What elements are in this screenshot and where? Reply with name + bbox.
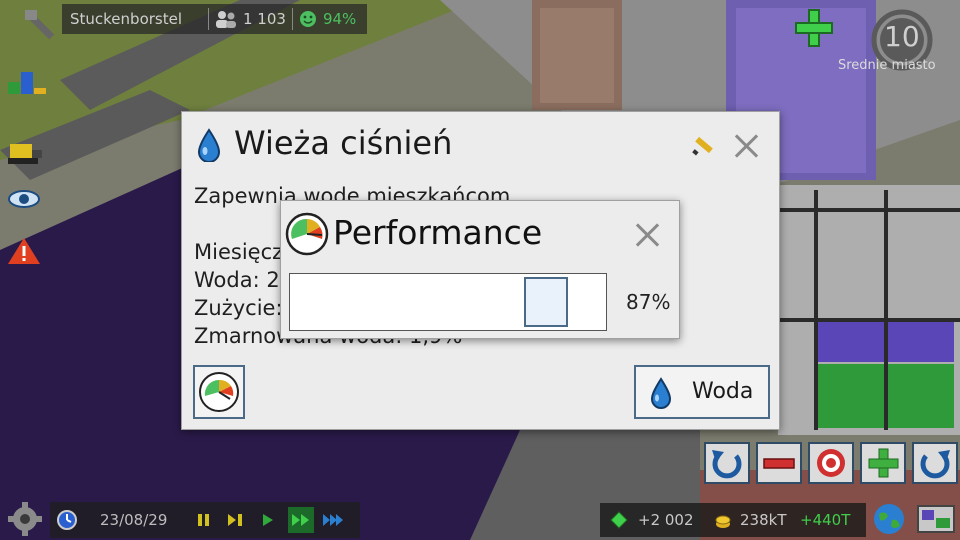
water-button-label: Woda bbox=[692, 379, 754, 404]
fast-forward-icon bbox=[292, 514, 309, 526]
people-icon bbox=[216, 11, 236, 28]
monthly-label: Miesięcz bbox=[194, 240, 284, 264]
divider bbox=[208, 8, 209, 30]
income-change: +440T bbox=[800, 511, 851, 529]
divider bbox=[291, 8, 293, 30]
fast-forward-button[interactable] bbox=[288, 507, 314, 533]
water-value: Woda: 2 bbox=[194, 268, 280, 292]
city-level: 10 bbox=[884, 20, 920, 53]
play-icon[interactable] bbox=[260, 512, 276, 528]
gear-icon[interactable] bbox=[6, 500, 44, 538]
pause-icon[interactable] bbox=[196, 512, 212, 528]
minus-icon bbox=[763, 458, 795, 469]
bulldozer-icon[interactable] bbox=[6, 138, 46, 166]
zones-icon[interactable] bbox=[6, 66, 50, 96]
close-icon[interactable] bbox=[732, 132, 760, 160]
performance-dialog: Performance 87% bbox=[280, 200, 680, 339]
water-button[interactable]: Woda bbox=[634, 365, 770, 419]
city-info-bar[interactable]: Stuckenborstel 1 103 94% bbox=[62, 4, 367, 34]
water-drop-icon bbox=[197, 128, 221, 162]
close-icon[interactable] bbox=[633, 221, 661, 249]
plus-icon bbox=[868, 448, 899, 478]
gauge-icon bbox=[199, 372, 239, 412]
dialog-title: Wieża ciśnień bbox=[234, 124, 453, 162]
water-drop-icon bbox=[650, 377, 672, 409]
city-level-badge[interactable]: 10 Średnie miasto bbox=[838, 6, 954, 78]
gauge-icon bbox=[285, 212, 329, 256]
rotate-left-icon bbox=[712, 450, 742, 479]
rotate-right-icon bbox=[920, 450, 950, 479]
center-button[interactable] bbox=[808, 442, 854, 484]
game-date: 23/08/29 bbox=[100, 511, 168, 529]
coins-icon bbox=[715, 515, 731, 528]
eye-icon[interactable] bbox=[6, 188, 42, 210]
rotate-right-button[interactable] bbox=[912, 442, 958, 484]
population-value: 1 103 bbox=[243, 10, 286, 28]
clock-icon[interactable] bbox=[56, 509, 78, 531]
warning-icon[interactable] bbox=[6, 236, 42, 266]
performance-slider[interactable] bbox=[289, 273, 607, 331]
city-name: Stuckenborstel bbox=[70, 10, 183, 28]
time-control-bar: 23/08/29 bbox=[50, 502, 360, 538]
dialog-title: Performance bbox=[333, 213, 543, 252]
smiley-icon bbox=[299, 11, 316, 27]
performance-value: 87% bbox=[626, 290, 671, 314]
city-level-caption: Średnie miasto bbox=[838, 58, 936, 73]
diamond-icon bbox=[610, 511, 628, 529]
play-slow-icon[interactable] bbox=[226, 512, 246, 528]
diamond-balance: +2 002 bbox=[638, 511, 694, 529]
performance-button[interactable] bbox=[193, 365, 245, 419]
zoom-out-button[interactable] bbox=[756, 442, 802, 484]
game-map[interactable]: Stuckenborstel 1 103 94% 10 Średnie mias… bbox=[0, 0, 960, 540]
finance-bar[interactable]: +2 002 238kT +440T bbox=[600, 503, 866, 537]
commercial-zone bbox=[816, 364, 884, 428]
fastest-forward-icon[interactable] bbox=[322, 512, 344, 528]
globe-icon[interactable] bbox=[870, 500, 908, 538]
rotate-left-button[interactable] bbox=[704, 442, 750, 484]
happiness-indicator: 94% bbox=[299, 10, 356, 28]
happiness-value: 94% bbox=[322, 10, 357, 28]
target-icon bbox=[817, 449, 845, 477]
residential-zone bbox=[816, 322, 884, 362]
zoom-in-button[interactable] bbox=[860, 442, 906, 484]
population-indicator: 1 103 bbox=[215, 10, 286, 28]
hammer-icon[interactable] bbox=[22, 8, 58, 44]
pencil-icon[interactable] bbox=[692, 134, 714, 156]
plus-icon[interactable] bbox=[794, 8, 834, 48]
slider-handle[interactable] bbox=[524, 277, 568, 327]
map-icon[interactable] bbox=[916, 502, 956, 536]
usage-value: Zużycie: bbox=[194, 296, 283, 320]
money-income: 238kT bbox=[740, 511, 787, 529]
